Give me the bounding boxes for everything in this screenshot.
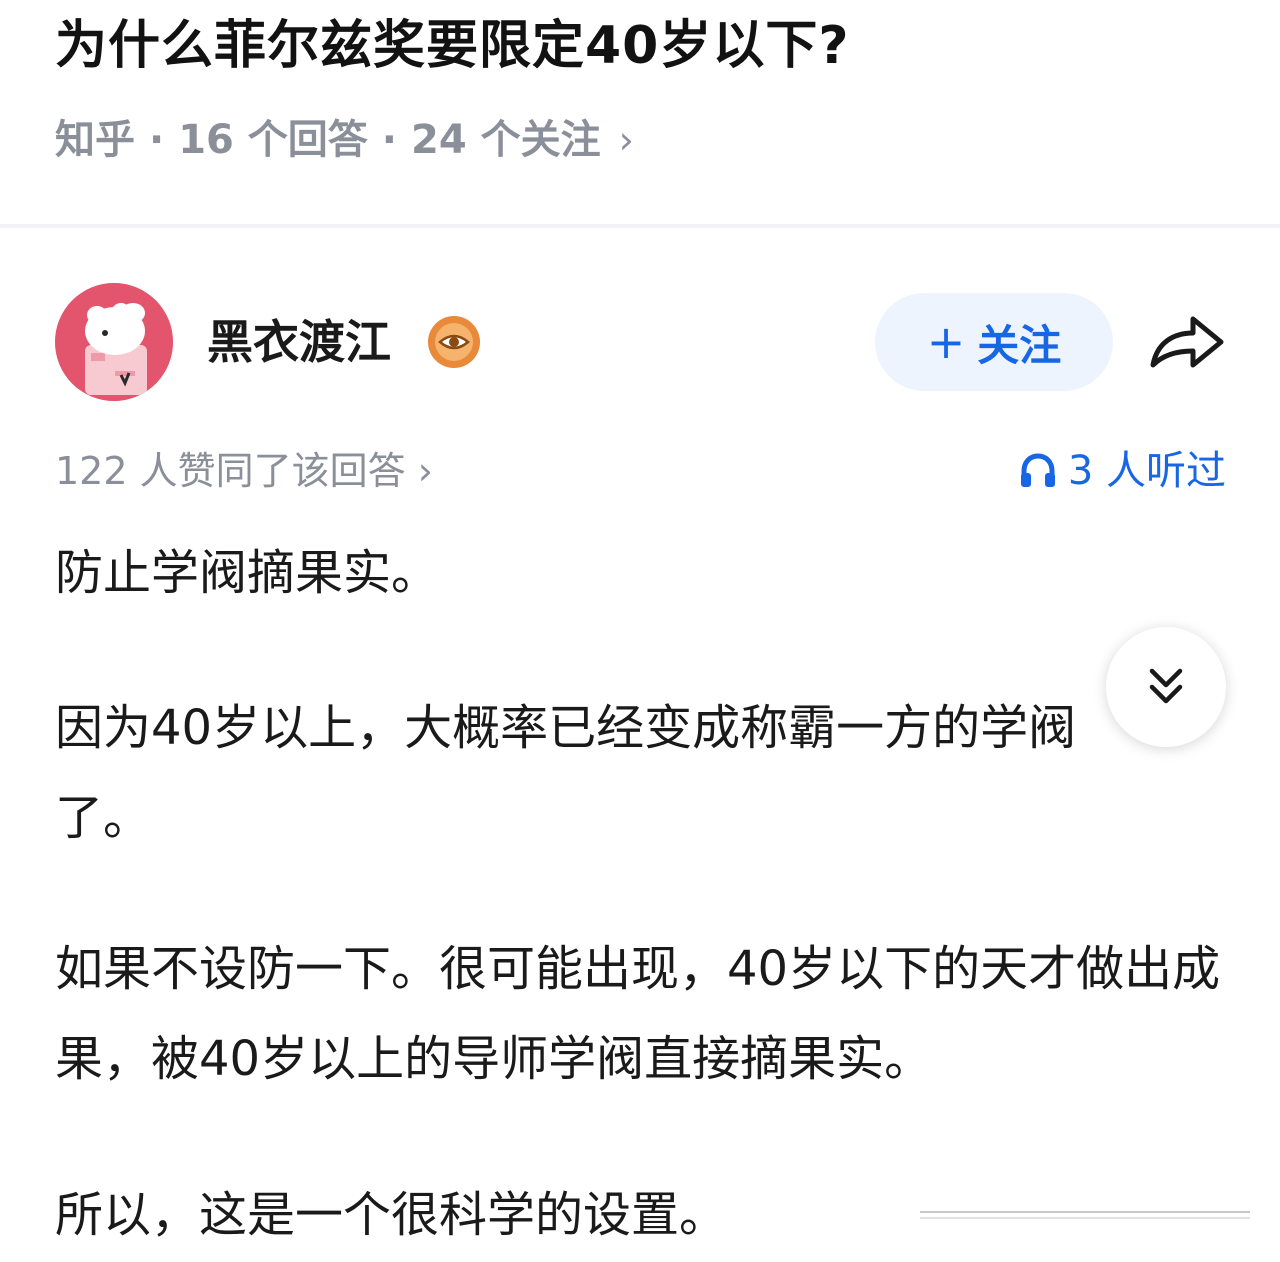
headphones-icon — [1020, 453, 1055, 487]
answer-paragraph: 防止学阀摘果实。 — [55, 545, 440, 601]
expand-button[interactable] — [1106, 627, 1226, 747]
double-chevron-down-icon — [1149, 668, 1183, 704]
scroll-indicator — [920, 1204, 1250, 1226]
follow-label: 关注 — [977, 320, 1062, 370]
answer-paragraph: 如果不设防一下。很可能出现，40岁以下的天才做出成果，被40岁以上的导师学阀直接… — [55, 941, 1221, 1087]
follow-button[interactable]: + 关注 — [875, 293, 1113, 391]
chevron-right-icon: › — [618, 118, 634, 162]
author-row: 黑衣渡江 + 关注 — [55, 283, 1230, 401]
question-title[interactable]: 为什么菲尔兹奖要限定40岁以下? — [55, 10, 850, 82]
plus-icon: + — [926, 315, 966, 369]
chevron-right-icon: › — [417, 449, 433, 493]
vote-count: 122 人赞同了该回答 — [55, 449, 406, 493]
vote-summary[interactable]: 122 人赞同了该回答 › — [55, 442, 433, 500]
follower-count: 24 个关注 — [411, 117, 601, 163]
eye-badge-icon — [427, 315, 481, 369]
separator-dot: · — [149, 117, 165, 163]
answer-count: 16 个回答 — [178, 117, 368, 163]
question-meta[interactable]: 知乎 · 16 个回答 · 24 个关注 › — [55, 112, 634, 168]
author-name[interactable]: 黑衣渡江 — [207, 311, 391, 373]
separator-dot: · — [381, 117, 397, 163]
listen-label: 3 人听过 — [1067, 448, 1226, 494]
share-arrow-icon[interactable] — [1147, 309, 1227, 375]
listen-count[interactable]: 3 人听过 — [1018, 442, 1226, 500]
avatar[interactable] — [55, 283, 173, 401]
stats-row: 122 人赞同了该回答 › 3 人听过 — [55, 442, 1230, 500]
answer-paragraph: 因为40岁以上，大概率已经变成称霸一方的学阀了。 — [55, 700, 1077, 846]
source-label: 知乎 — [55, 117, 135, 163]
avatar-illustration — [55, 283, 173, 401]
section-divider — [0, 224, 1280, 228]
